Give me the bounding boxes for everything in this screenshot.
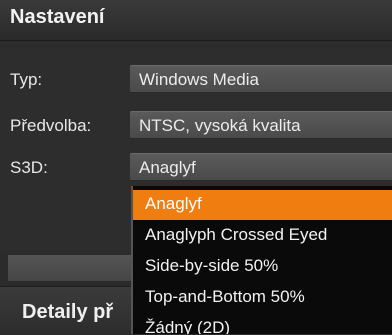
- s3d-select-value: Anaglyf: [139, 158, 196, 177]
- settings-header: Nastavení: [0, 0, 392, 41]
- preset-select-value: NTSC, vysoká kvalita: [139, 116, 301, 135]
- s3d-dropdown-list[interactable]: Anaglyf Anaglyph Crossed Eyed Side-by-si…: [131, 186, 392, 334]
- preset-label: Předvolba:: [10, 116, 92, 135]
- s3d-option-label: Anaglyf: [145, 194, 202, 213]
- type-select[interactable]: Windows Media: [130, 65, 392, 93]
- s3d-label: S3D:: [10, 158, 48, 177]
- s3d-option-label: Side-by-side 50%: [145, 256, 279, 275]
- preset-select[interactable]: NTSC, vysoká kvalita: [130, 111, 392, 139]
- details-title: Detaily př: [22, 301, 114, 323]
- s3d-select[interactable]: Anaglyf: [130, 153, 392, 181]
- s3d-option-side-by-side[interactable]: Side-by-side 50%: [133, 252, 392, 282]
- s3d-option-label: Žádný (2D): [145, 318, 231, 334]
- s3d-option-anaglyph-crossed-eyed[interactable]: Anaglyph Crossed Eyed: [133, 221, 392, 251]
- s3d-option-none-2d[interactable]: Žádný (2D): [133, 314, 392, 334]
- type-label: Typ:: [10, 70, 43, 89]
- settings-title: Nastavení: [10, 6, 105, 28]
- s3d-option-label: Top-and-Bottom 50%: [145, 287, 305, 306]
- type-select-value: Windows Media: [139, 70, 259, 89]
- s3d-option-top-and-bottom[interactable]: Top-and-Bottom 50%: [133, 283, 392, 313]
- s3d-option-label: Anaglyph Crossed Eyed: [145, 225, 328, 244]
- s3d-option-anaglyf[interactable]: Anaglyf: [133, 190, 392, 220]
